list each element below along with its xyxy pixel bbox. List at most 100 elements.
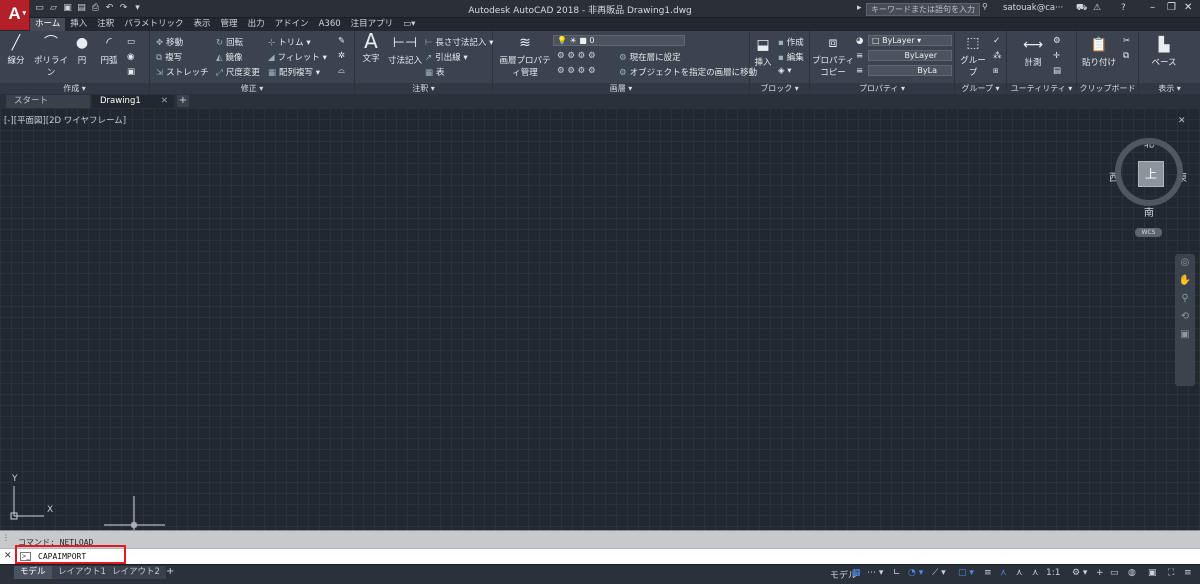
ribbon-toggle-icon[interactable]: ▭▾: [398, 18, 420, 31]
panel-clipboard-title[interactable]: クリップボード: [1077, 83, 1138, 94]
grid-icon[interactable]: ▦: [852, 568, 861, 578]
zoom-icon[interactable]: ⚲: [1175, 290, 1195, 308]
lineweight-toggle-icon[interactable]: ≡: [984, 568, 992, 578]
array-tool[interactable]: ▦ 配列複写 ▾: [268, 66, 320, 78]
open-icon[interactable]: ▱: [48, 3, 59, 14]
table-tool[interactable]: ▦ 表: [425, 66, 445, 78]
calculator-icon[interactable]: ▤: [1053, 66, 1061, 76]
hardware-accel-icon[interactable]: ▣: [1148, 568, 1157, 578]
polar-icon[interactable]: ◔ ▾: [908, 568, 923, 578]
viewport-close-icon[interactable]: ✕: [1178, 116, 1186, 126]
annotation-scale-icon[interactable]: ⋏: [1000, 568, 1007, 578]
trim-tool[interactable]: ⊹ トリム ▾: [268, 36, 311, 48]
panel-annotation-title[interactable]: 注釈 ▾: [355, 83, 492, 94]
line-tool[interactable]: ╱ 線分: [4, 35, 28, 66]
cart-icon[interactable]: ⛟: [1076, 3, 1087, 14]
search-input[interactable]: キーワードまたは語句を入力: [866, 3, 980, 16]
customize-status-icon[interactable]: ≡: [1184, 568, 1192, 578]
tab-output[interactable]: 出力: [243, 18, 270, 31]
autoscale-icon[interactable]: ⋏: [1032, 568, 1039, 578]
annotation-monitor-icon[interactable]: +: [1096, 568, 1104, 578]
stretch-tool[interactable]: ⇲ ストレッチ: [156, 66, 209, 78]
layout-tab-layout2[interactable]: レイアウト2: [106, 566, 166, 579]
wcs-menu[interactable]: WCS: [1135, 228, 1162, 237]
layout-tab-layout1[interactable]: レイアウト1: [52, 566, 112, 579]
viewcube-top-face[interactable]: 上: [1138, 161, 1164, 187]
viewcube-south[interactable]: 南: [1144, 204, 1154, 219]
save-as-icon[interactable]: ▤: [76, 3, 87, 14]
pan-icon[interactable]: ✋: [1175, 272, 1195, 290]
linetype-dropdown[interactable]: ByLa: [868, 65, 952, 76]
rectangle-icon[interactable]: ▭: [127, 37, 135, 47]
panel-properties-title[interactable]: プロパティ ▾: [810, 83, 954, 94]
color-dropdown[interactable]: □ ByLayer ▾: [868, 35, 952, 46]
panel-groups-title[interactable]: グループ ▾: [955, 83, 1006, 94]
set-current-tool[interactable]: ⚙ 現在層に設定: [619, 51, 681, 63]
insert-block-tool[interactable]: ⬓ 挿入: [752, 37, 774, 68]
save-icon[interactable]: ▣: [62, 3, 73, 14]
maximize-button[interactable]: ❐: [1167, 2, 1176, 13]
panel-draw-title[interactable]: 作成 ▾: [0, 83, 149, 94]
panel-layers-title[interactable]: 画層 ▾: [493, 83, 749, 94]
tab-view[interactable]: 表示: [189, 18, 216, 31]
layer-properties-tool[interactable]: ≋ 画層プロパティ管理: [497, 35, 553, 78]
block-attributes-icon[interactable]: ◈ ▾: [778, 66, 792, 76]
polyline-tool[interactable]: ⌒ ポリライン: [30, 35, 72, 78]
viewcube-ring[interactable]: 上: [1115, 138, 1183, 206]
units-icon[interactable]: ▭: [1110, 568, 1119, 578]
copy-tool[interactable]: ⧉ 複写: [156, 51, 182, 63]
new-tab-button[interactable]: +: [177, 95, 189, 107]
edit-block-tool[interactable]: ▪ 編集: [778, 51, 804, 63]
isodraft-icon[interactable]: ⟋ ▾: [932, 568, 946, 578]
explode-icon[interactable]: ✲: [338, 51, 345, 61]
isolate-icon[interactable]: ◍: [1128, 568, 1136, 578]
hatch-icon[interactable]: ◉: [127, 52, 134, 62]
leader-tool[interactable]: ↗ 引出線 ▾: [425, 51, 468, 63]
tab-parametric[interactable]: パラメトリック: [119, 18, 188, 31]
steering-wheel-icon[interactable]: ◎: [1175, 254, 1195, 272]
panel-modify-title[interactable]: 修正 ▾: [150, 83, 354, 94]
layer-tools-row1[interactable]: ⚙ ⚙ ⚙ ⚙: [557, 51, 596, 61]
annotation-visibility-icon[interactable]: ⋏: [1016, 568, 1023, 578]
copy-clip-icon[interactable]: ⧉: [1123, 51, 1129, 61]
match-properties-tool[interactable]: ⧈ プロパティコピー: [812, 35, 854, 78]
doc-tab-drawing1[interactable]: Drawing1 ✕: [92, 95, 174, 108]
tab-manage[interactable]: 管理: [216, 18, 243, 31]
panel-block-title[interactable]: ブロック ▾: [750, 83, 809, 94]
id-point-icon[interactable]: ✛: [1053, 51, 1060, 61]
tab-home[interactable]: ホーム: [30, 18, 66, 31]
measure-tool[interactable]: ⟷ 計測: [1019, 37, 1047, 68]
text-tool[interactable]: A 文字: [359, 31, 383, 64]
tab-insert[interactable]: 挿入: [65, 18, 92, 31]
minimize-button[interactable]: –: [1150, 2, 1155, 13]
customize-wrench-icon[interactable]: ✕: [4, 551, 12, 561]
panel-view-title[interactable]: 表示 ▾: [1139, 83, 1200, 94]
application-menu-button[interactable]: A ▾: [0, 0, 30, 30]
user-account[interactable]: satouak@ca···: [1003, 3, 1063, 13]
undo-icon[interactable]: ↶: [104, 3, 115, 14]
help-icon[interactable]: ?: [1121, 3, 1126, 13]
tab-addins[interactable]: アドイン: [270, 18, 314, 31]
layer-tools-row2[interactable]: ⚙ ⚙ ⚙ ⚙: [557, 66, 596, 76]
group-tool[interactable]: ⬚ グループ: [957, 35, 989, 78]
quick-calc-icon[interactable]: ⚙: [1053, 36, 1061, 46]
group-edit-icon[interactable]: ⁂: [993, 51, 1002, 61]
move-tool[interactable]: ✥ 移動: [156, 36, 183, 48]
doc-tab-start[interactable]: スタート: [6, 95, 90, 108]
redo-icon[interactable]: ↷: [118, 3, 129, 14]
osnap-icon[interactable]: ▢ ▾: [958, 568, 974, 578]
rotate-tool[interactable]: ↻ 回転: [216, 36, 243, 48]
drawing-area[interactable]: [-][平面図][2D ワイヤフレーム] ✕ 北 西 東 南 上 WCS ◎ ✋…: [0, 108, 1200, 530]
search-icon[interactable]: ▸: [857, 3, 862, 13]
clean-screen-icon[interactable]: ⛶: [1168, 568, 1174, 578]
new-icon[interactable]: ▭: [34, 3, 45, 14]
erase-icon[interactable]: ✎: [338, 36, 345, 46]
panel-utilities-title[interactable]: ユーティリティ ▾: [1007, 83, 1076, 94]
add-layout-button[interactable]: +: [166, 566, 174, 577]
base-view-tool[interactable]: ▙ ベース: [1149, 37, 1179, 68]
orbit-icon[interactable]: ⟲: [1175, 308, 1195, 326]
binoculars-icon[interactable]: ⚲: [982, 2, 988, 11]
showmotion-icon[interactable]: ▣: [1175, 326, 1195, 344]
close-tab-icon[interactable]: ✕: [161, 95, 168, 108]
tab-a360[interactable]: A360: [314, 18, 346, 31]
